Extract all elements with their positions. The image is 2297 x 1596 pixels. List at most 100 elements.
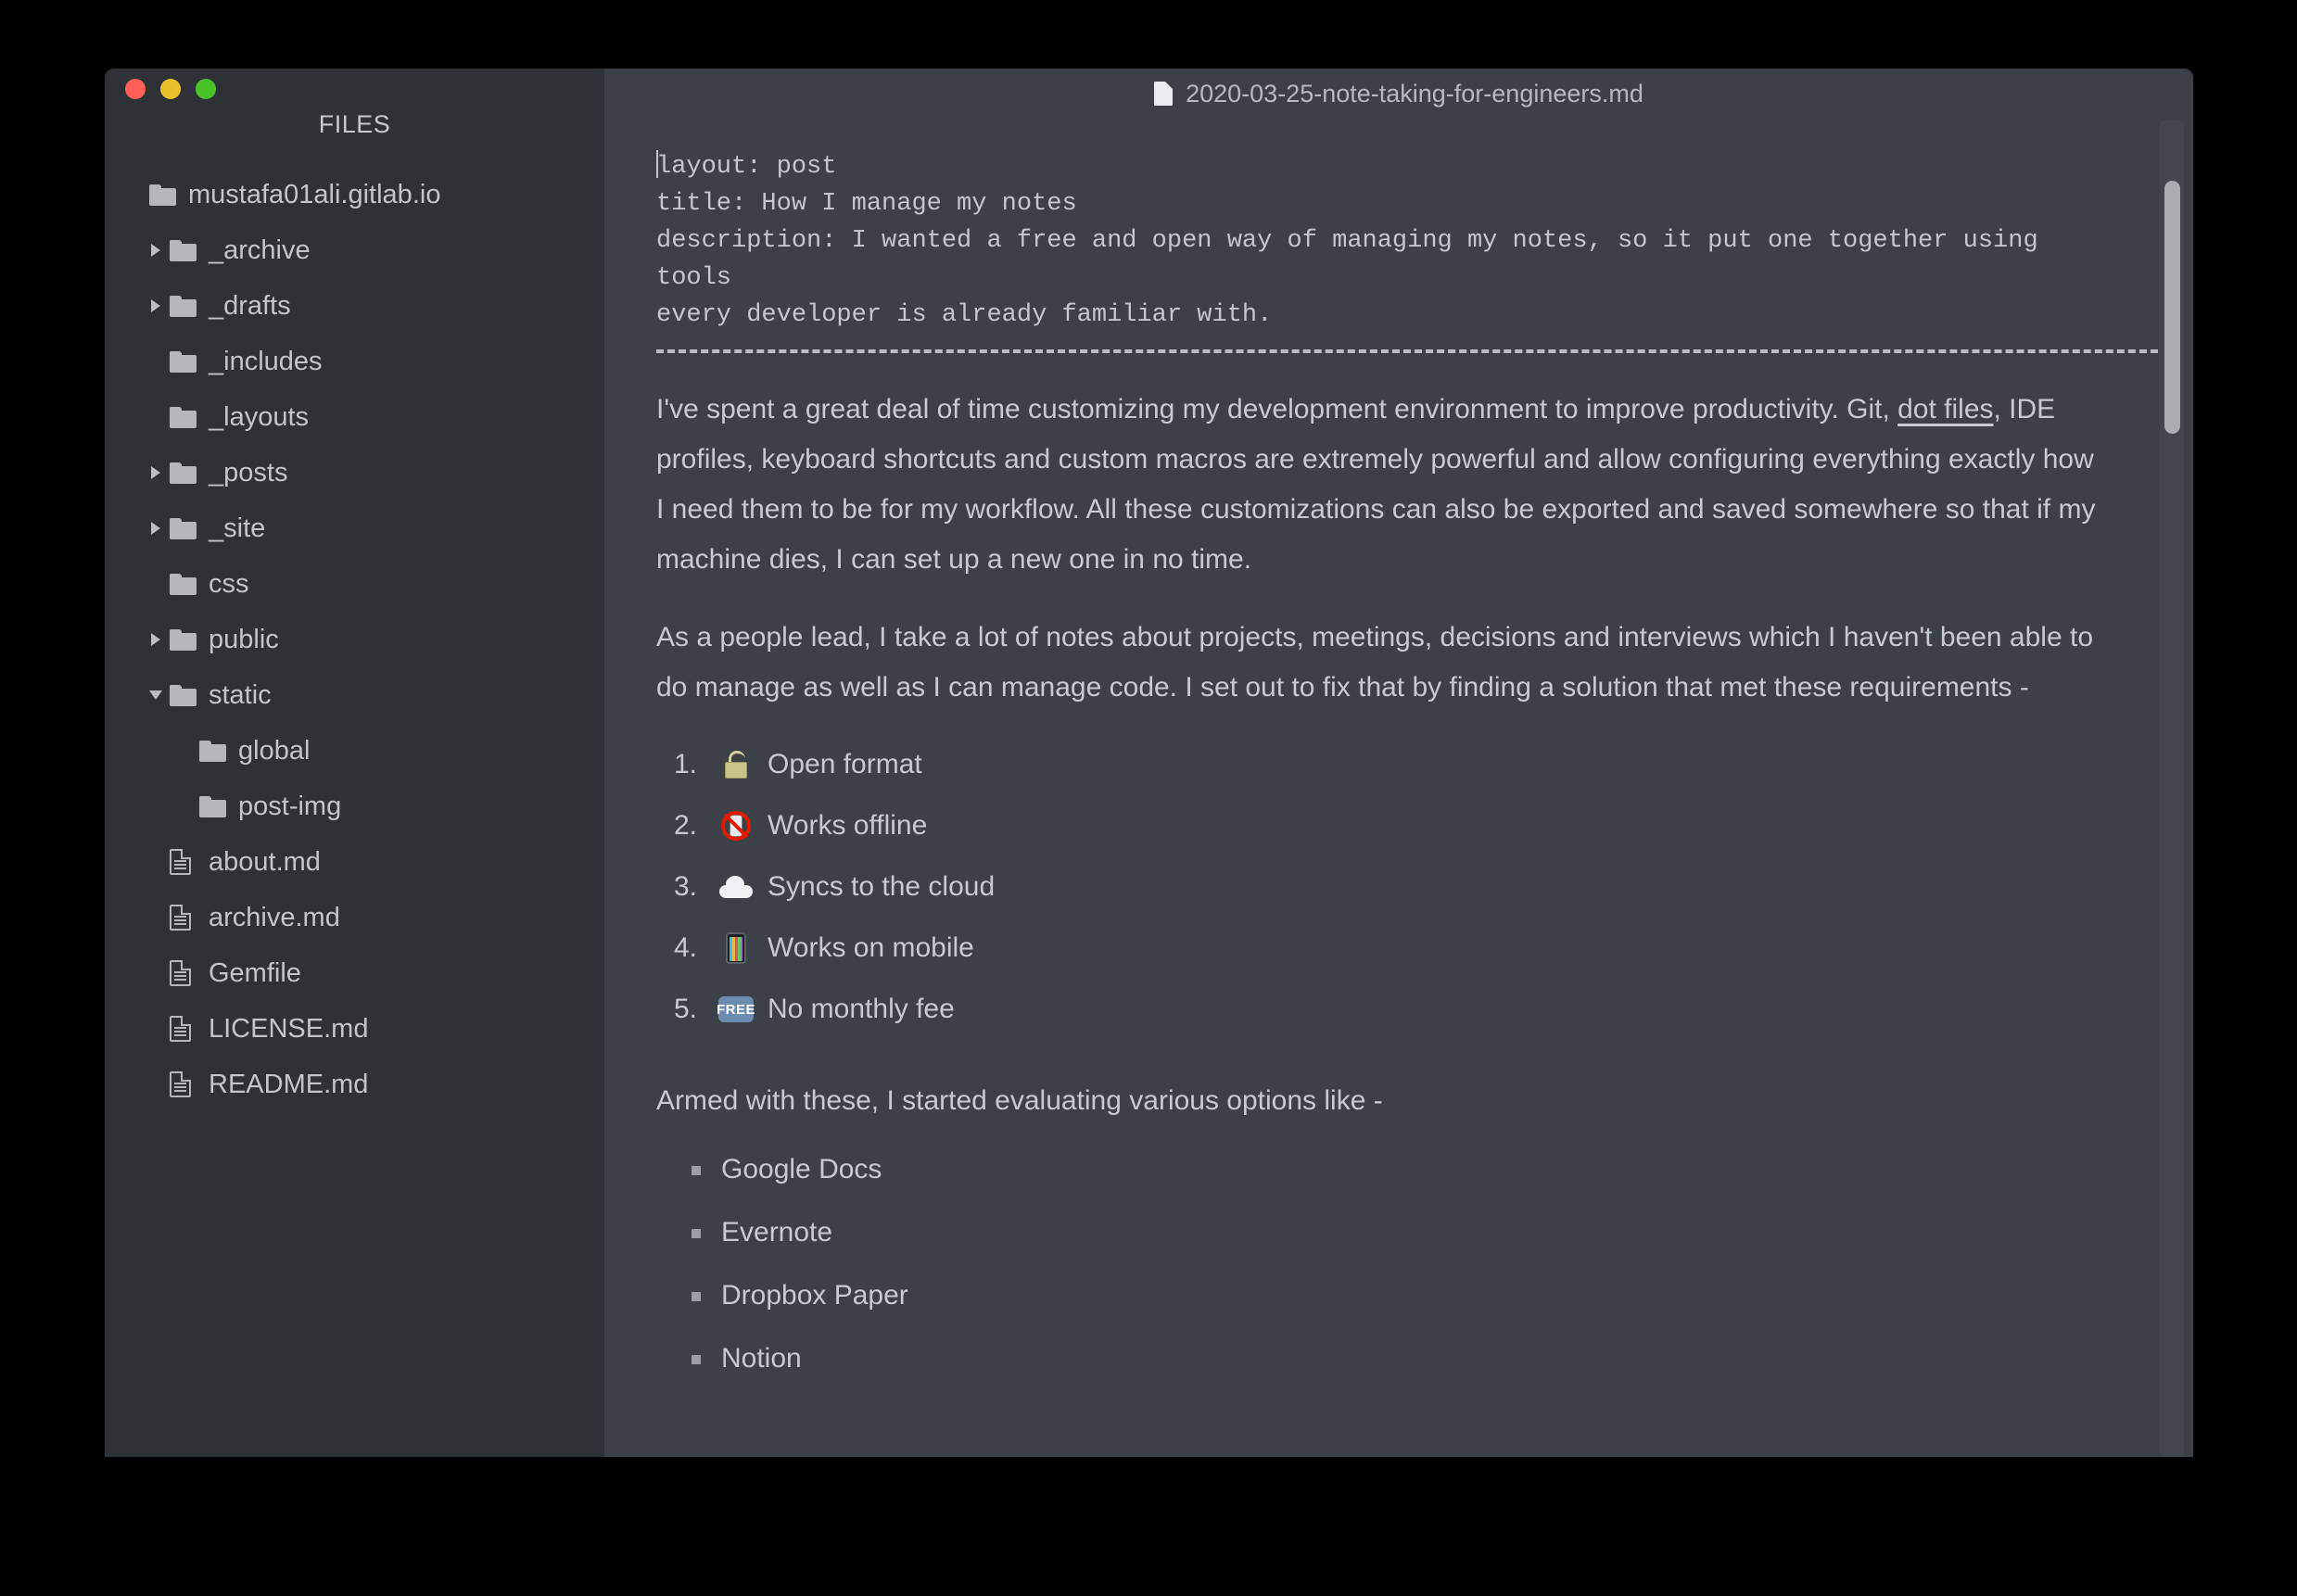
tree-item-label: global xyxy=(238,735,311,766)
paragraph-3: Armed with these, I started evaluating v… xyxy=(656,1085,1383,1116)
tree-item-gemfile[interactable]: Gemfile xyxy=(105,945,604,1001)
maximize-window-button[interactable] xyxy=(196,79,216,99)
requirement-label: Works on mobile xyxy=(768,932,974,963)
options-list: Google Docs Evernote Dropbox Paper Notion xyxy=(656,1154,2104,1374)
cloud-emoji xyxy=(717,876,755,898)
option-item: Google Docs xyxy=(692,1154,2104,1185)
requirement-label: Works offline xyxy=(768,810,928,841)
folder-icon xyxy=(199,793,229,819)
tree-item-label: LICENSE.md xyxy=(209,1013,369,1044)
tree-item-label: _site xyxy=(209,513,266,543)
requirement-label: Open format xyxy=(768,749,922,779)
no-mobile-phones-emoji xyxy=(717,811,755,841)
tree-item-label: _archive xyxy=(209,234,311,265)
requirements-list: 1. Open format 2. Works offline 3. Syncs to t… xyxy=(656,741,2104,1033)
window-traffic-lights xyxy=(125,79,216,99)
document-body[interactable]: layout: post title: How I manage my note… xyxy=(604,119,2193,1457)
paragraph-1-lead: I've spent a great deal of time customiz… xyxy=(656,394,1898,424)
requirement-item: 3. Syncs to the cloud xyxy=(656,863,2104,911)
folder-icon xyxy=(170,348,199,374)
folder-icon xyxy=(170,460,199,486)
requirement-label: Syncs to the cloud xyxy=(768,871,996,902)
tree-item-mustafa01ali-gitlab-io[interactable]: mustafa01ali.gitlab.io xyxy=(105,167,604,222)
requirement-label: No monthly fee xyxy=(768,994,955,1024)
editor-window: FILES mustafa01ali.gitlab.io _archive _dra… xyxy=(105,69,2193,1457)
file-tree: mustafa01ali.gitlab.io _archive _drafts _in… xyxy=(105,148,604,1112)
option-item: Evernote xyxy=(692,1217,2104,1248)
chevron-right-icon[interactable] xyxy=(146,244,166,257)
file-icon xyxy=(170,960,199,986)
editor-titlebar: 2020-03-25-note-taking-for-engineers.md xyxy=(604,69,2193,111)
close-window-button[interactable] xyxy=(125,79,146,99)
chevron-right-icon[interactable] xyxy=(146,522,166,535)
mobile-phone-emoji xyxy=(717,932,755,964)
folder-icon xyxy=(149,182,179,208)
chevron-right-icon[interactable] xyxy=(146,299,166,312)
tree-item--archive[interactable]: _archive xyxy=(105,222,604,278)
chevron-right-icon[interactable] xyxy=(146,466,166,479)
tree-item-about-md[interactable]: about.md xyxy=(105,834,604,890)
tree-item-label: static xyxy=(209,679,272,710)
free-emoji: FREE xyxy=(717,996,755,1022)
vertical-scrollbar-track[interactable] xyxy=(2160,120,2184,1457)
tree-item-css[interactable]: css xyxy=(105,556,604,612)
chevron-down-icon[interactable] xyxy=(146,690,166,700)
paragraph-1: I've spent a great deal of time customiz… xyxy=(656,385,2104,585)
tree-item--posts[interactable]: _posts xyxy=(105,445,604,500)
tree-item-label: README.md xyxy=(209,1069,369,1099)
tree-item-archive-md[interactable]: archive.md xyxy=(105,890,604,945)
folder-icon xyxy=(170,237,199,263)
frontmatter-text: layout: post title: How I manage my note… xyxy=(656,153,2038,329)
paragraph-2: As a people lead, I take a lot of notes … xyxy=(656,622,2094,703)
tree-item-label: _posts xyxy=(209,457,288,488)
tree-item-readme-md[interactable]: README.md xyxy=(105,1057,604,1112)
unlock-emoji xyxy=(717,751,755,779)
tree-item-label: about.md xyxy=(209,846,321,877)
tree-item-license-md[interactable]: LICENSE.md xyxy=(105,1001,604,1057)
folder-icon xyxy=(170,404,199,430)
tree-item--site[interactable]: _site xyxy=(105,500,604,556)
file-icon xyxy=(170,1071,199,1097)
frontmatter-divider xyxy=(656,349,2169,353)
option-item: Notion xyxy=(692,1343,2104,1374)
editor-file-title: 2020-03-25-note-taking-for-engineers.md xyxy=(1186,79,1643,108)
tree-item--layouts[interactable]: _layouts xyxy=(105,389,604,445)
folder-icon xyxy=(199,738,229,764)
tree-item-label: _layouts xyxy=(209,401,310,432)
option-item: Dropbox Paper xyxy=(692,1280,2104,1311)
requirement-item: 1. Open format xyxy=(656,741,2104,789)
tree-item-label: css xyxy=(209,568,249,599)
tree-item-post-img[interactable]: post-img xyxy=(105,779,604,834)
file-icon xyxy=(1154,82,1174,106)
tree-item-label: archive.md xyxy=(209,902,340,932)
folder-icon xyxy=(170,682,199,708)
tree-item-label: public xyxy=(209,624,279,654)
list-number: 5. xyxy=(673,994,697,1024)
vertical-scrollbar-thumb[interactable] xyxy=(2164,181,2180,434)
chevron-right-icon[interactable] xyxy=(146,633,166,646)
list-number: 2. xyxy=(673,810,697,841)
file-icon xyxy=(170,905,199,931)
folder-icon xyxy=(170,293,199,319)
list-number: 3. xyxy=(673,871,697,902)
requirement-item: 4. Works on mobile xyxy=(656,924,2104,972)
tree-item-label: _includes xyxy=(209,346,323,376)
folder-icon xyxy=(170,627,199,652)
yaml-frontmatter[interactable]: layout: post title: How I manage my note… xyxy=(656,148,2104,334)
tree-item-static[interactable]: static xyxy=(105,667,604,723)
folder-icon xyxy=(170,571,199,597)
file-icon xyxy=(170,849,199,875)
dot-files-link[interactable]: dot files xyxy=(1897,394,1993,424)
editor-pane: 2020-03-25-note-taking-for-engineers.md … xyxy=(604,69,2193,1457)
tree-item-public[interactable]: public xyxy=(105,612,604,667)
tree-item-label: _drafts xyxy=(209,290,291,321)
file-icon xyxy=(170,1016,199,1042)
tree-item-label: Gemfile xyxy=(209,957,301,988)
tree-item-label: post-img xyxy=(238,791,342,821)
minimize-window-button[interactable] xyxy=(160,79,181,99)
tree-item--drafts[interactable]: _drafts xyxy=(105,278,604,334)
requirement-item: 2. Works offline xyxy=(656,802,2104,850)
files-sidebar: FILES mustafa01ali.gitlab.io _archive _dra… xyxy=(105,69,604,1457)
tree-item--includes[interactable]: _includes xyxy=(105,334,604,389)
tree-item-global[interactable]: global xyxy=(105,723,604,779)
